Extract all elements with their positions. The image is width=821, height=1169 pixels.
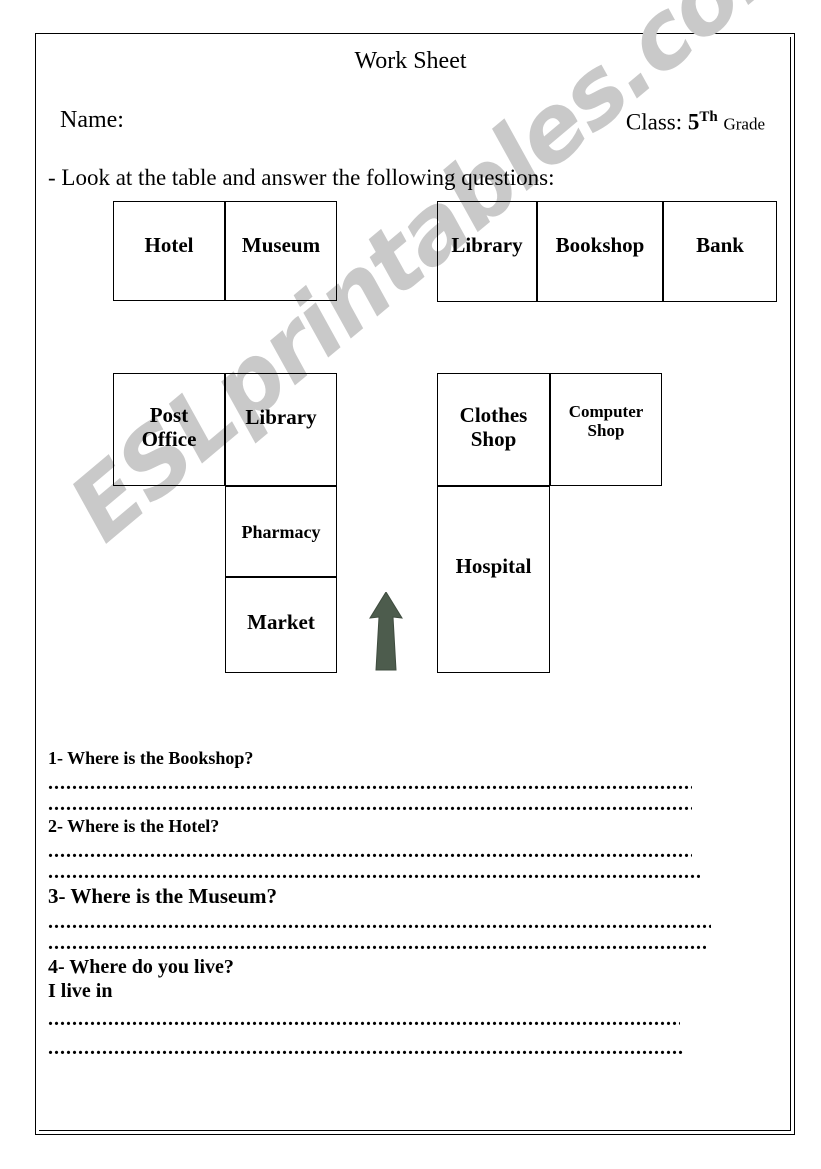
cell-label-line1: Post [149,403,189,427]
up-arrow-icon [369,592,403,671]
table-cell-bookshop: Bookshop [537,201,663,302]
class-prefix-label: Class: [625,109,683,135]
question-2: 2- Where is the Hotel? [48,816,219,837]
question-text: - Where is the Museum? [58,884,278,908]
table-cell-library-lower: Library [225,373,337,486]
table-cell-museum: Museum [225,201,337,301]
page-title: Work Sheet [354,48,467,74]
cell-label-line2: Shop [587,421,625,441]
table-cell-hotel: Hotel [113,201,225,301]
class-field: Class: 5Th Grade [626,109,765,136]
table-cell-computer-shop: Computer Shop [550,373,662,486]
cell-label: Pharmacy [241,522,321,542]
table-cell-post-office: Post Office [113,373,225,486]
table-cell-pharmacy: Pharmacy [225,486,337,577]
cell-label: Bookshop [555,233,645,257]
answer-line[interactable]: ........................................… [48,861,700,884]
table-cell-hospital: Hospital [437,486,550,673]
question-text: - Where is the Bookshop? [57,748,254,768]
table-cell-market: Market [225,577,337,673]
table-cell-library-top: Library [437,201,537,302]
cell-label: Museum [241,233,321,257]
cell-label: Library [451,233,523,257]
table-cell-clothes-shop: Clothes Shop [437,373,550,486]
question-number: 3 [48,884,59,908]
class-number: 5 [687,109,700,135]
question-3: 3- Where is the Museum? [48,884,277,909]
class-ordinal-suffix: Th [699,109,718,125]
cell-label: Library [245,405,317,429]
cell-label-line2: Shop [470,426,517,451]
question-4: 4- Where do you live? [48,956,234,979]
question-number: 1 [48,748,57,768]
answer-line[interactable]: ........................................… [48,840,692,863]
question-number: 4 [48,956,58,978]
answer-line[interactable]: ........................................… [48,1037,684,1060]
cell-label-line1: Clothes [459,403,528,427]
question-1: 1- Where is the Bookshop? [48,748,253,769]
question-4-answer-prompt: I live in [48,980,113,1002]
cell-label: Bank [696,233,744,257]
cell-label: Hotel [144,233,194,257]
question-number: 2 [48,816,57,836]
name-label: Name: [60,107,124,133]
answer-line[interactable]: ........................................… [48,932,706,955]
answer-line[interactable]: ........................................… [48,772,692,795]
cell-label-line2: Office [141,426,197,451]
class-grade-label: Grade [723,114,765,134]
cell-label-line1: Computer [568,402,644,421]
instruction-text: - Look at the table and answer the follo… [48,165,555,190]
table-cell-bank: Bank [663,201,777,302]
answer-line[interactable]: ........................................… [48,911,711,934]
question-text: - Where is the Hotel? [57,816,220,836]
question-text: - Where do you live? [58,956,234,978]
cell-label: Hospital [455,554,532,578]
answer-line[interactable]: ........................................… [48,1008,680,1031]
answer-line[interactable]: ........................................… [48,793,692,816]
cell-label: Market [247,610,315,634]
